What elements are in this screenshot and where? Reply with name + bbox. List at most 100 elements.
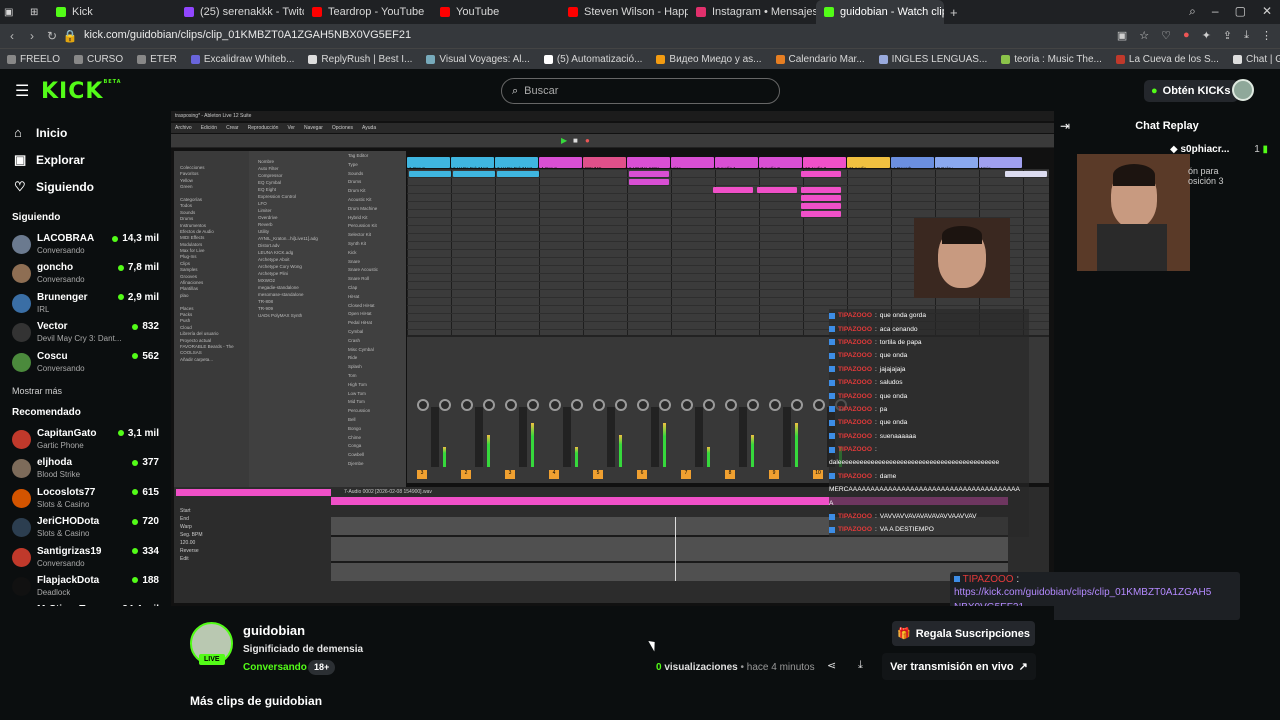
search-input[interactable]: ⌕ Buscar xyxy=(501,78,780,104)
bookmark-item[interactable]: Calendario Mar... xyxy=(769,54,872,65)
channel-name[interactable]: guidobian xyxy=(243,623,305,638)
bookmark-item[interactable]: Visual Voyages: Al... xyxy=(419,54,536,65)
gift-subs-button[interactable]: 🎁 Regala Suscripciones xyxy=(892,621,1035,646)
bookmark-item[interactable]: FREELO xyxy=(0,54,67,65)
browser-tab[interactable]: guidobian - Watch clip✕ xyxy=(816,0,944,24)
chat-message: TIPAZOOO: tortila de papa xyxy=(829,335,1029,350)
channel-category: Slots & Casino xyxy=(37,499,90,509)
bookmark-item[interactable]: ETER xyxy=(130,54,184,65)
popup-link[interactable]: https://kick.com/guidobian/clips/clip_01… xyxy=(954,587,1211,598)
browser-tab[interactable]: Steven Wilson - Happy Re xyxy=(560,0,688,24)
nav-label: Siguiendo xyxy=(36,179,94,194)
reload-icon[interactable]: ↻ xyxy=(42,29,62,43)
bookmark-item[interactable]: Видео Миедо y as... xyxy=(649,54,768,65)
get-kicks-button[interactable]: ● Obtén KICKs xyxy=(1144,80,1238,102)
download-icon[interactable]: ⤓ xyxy=(858,659,863,672)
browser-tab[interactable]: YouTube xyxy=(432,0,560,24)
search-tabs-icon[interactable]: ⌕ xyxy=(1189,4,1196,19)
send-knob-b xyxy=(571,399,583,411)
share-icon[interactable]: ⋖ xyxy=(827,659,836,672)
show-more-link[interactable]: Mostrar más xyxy=(0,377,170,403)
kick-logo[interactable]: KICKBETA xyxy=(41,79,122,104)
bookmark-item[interactable]: INGLES LENGUAS... xyxy=(872,54,995,65)
maximize-icon[interactable]: ▢ xyxy=(1235,4,1246,19)
tag-item: Drum Machine xyxy=(348,205,378,211)
send-knob-b xyxy=(439,399,451,411)
track-header: size xyxy=(671,157,714,171)
channel-item[interactable]: FlapjackDota Deadlock 188 xyxy=(0,572,170,601)
screenshot-icon[interactable]: ▣ xyxy=(1117,29,1127,42)
channel-item[interactable]: Santigrizas19 Conversando 334 xyxy=(0,543,170,572)
browser-tab[interactable]: (25) serenakkk - Twitch xyxy=(176,0,304,24)
track-header: A Reverb xyxy=(891,157,934,171)
sidebar-nav-inicio[interactable]: ⌂ Inicio xyxy=(0,119,170,146)
channel-item[interactable]: goncho Conversando 7,8 mil xyxy=(0,259,170,288)
tab-sidebar-toggle[interactable]: ▣ xyxy=(0,0,26,24)
watch-live-button[interactable]: Ver transmisión en vivo ↗ xyxy=(882,653,1036,680)
hamburger-menu-icon[interactable]: ☰ xyxy=(15,81,29,101)
bookmark-item[interactable]: teoria : Music The... xyxy=(994,54,1109,65)
extension-icon[interactable]: ● xyxy=(1183,29,1190,42)
bookmark-item[interactable]: Chat | Google AI S... xyxy=(1226,54,1280,65)
bookmark-star-icon[interactable]: ☆ xyxy=(1139,29,1149,42)
tag-item: Snare Roll xyxy=(348,276,370,282)
download-icon[interactable]: ⤓ xyxy=(1244,29,1249,42)
chat-message: A xyxy=(829,496,1029,510)
live-dot-icon xyxy=(132,577,139,584)
channel-item[interactable]: eljhoda Blood Strike 377 xyxy=(0,454,170,483)
tag-item: Clap xyxy=(348,284,358,290)
moderator-badge-icon xyxy=(829,473,835,480)
tag-item: Closed HiHat xyxy=(348,302,375,308)
chat-message: TIPAZOOO: pa xyxy=(829,402,1029,417)
browser-tab[interactable]: Instagram • Mensajes xyxy=(688,0,816,24)
heart-icon[interactable]: ♡ xyxy=(1161,29,1171,42)
clip-video-player[interactable]: trasposing* - Ableton Live 12 Suite Arch… xyxy=(171,111,1054,606)
browser-item: megadie-standalone xyxy=(258,285,299,290)
chat-text: saludos xyxy=(879,379,903,387)
channel-item[interactable]: Vector Devil May Cry 3: Dant... 832 xyxy=(0,318,170,347)
bookmark-label: La Cueva de los S... xyxy=(1128,53,1219,65)
viewer-count: 377 xyxy=(132,457,159,468)
back-icon[interactable]: ‹ xyxy=(2,29,22,43)
bookmark-label: teoria : Music The... xyxy=(1014,53,1102,65)
channel-item[interactable]: Coscu Conversando 562 xyxy=(0,348,170,377)
channel-item[interactable]: JeriCHODota Slots & Casino 720 xyxy=(0,513,170,542)
share-icon[interactable]: ⇪ xyxy=(1223,29,1232,42)
forward-icon[interactable]: › xyxy=(22,29,42,43)
bookmark-icon xyxy=(1232,54,1242,64)
bookmark-item[interactable]: Excalidraw Whiteb... xyxy=(184,54,302,65)
bookmark-icon xyxy=(543,54,553,64)
viewer-count-value: 3,1 mil xyxy=(127,427,159,439)
menu-icon[interactable]: ⋮ xyxy=(1261,29,1272,42)
sidebar-nav-siguiendo[interactable]: ♡ Siguiendo xyxy=(0,173,170,200)
browser-tab[interactable]: Kick xyxy=(48,0,176,24)
new-tab-icon[interactable]: + xyxy=(944,5,964,20)
user-avatar[interactable] xyxy=(1232,79,1254,101)
channel-item[interactable]: CapitanGato Gartic Phone 3,1 mil xyxy=(0,425,170,454)
minimize-icon[interactable]: – xyxy=(1212,4,1219,19)
channel-item[interactable]: Brunenger IRL 2,9 mil xyxy=(0,289,170,318)
tag-item: Low Tom xyxy=(348,390,366,396)
browser-item: Reverb xyxy=(258,222,273,227)
category-link[interactable]: Conversando xyxy=(243,662,307,673)
warp-field: Seg. BPM xyxy=(180,532,203,538)
tab-kick[interactable]: ⊞ xyxy=(26,0,48,24)
popup-user[interactable]: TIPAZOOO xyxy=(963,574,1014,585)
bookmark-item[interactable]: (5) Automatizació... xyxy=(537,54,650,65)
bookmark-item[interactable]: La Cueva de los S... xyxy=(1109,54,1226,65)
bookmark-item[interactable]: CURSO xyxy=(67,54,130,65)
browser-tab[interactable]: Teardrop - YouTube xyxy=(304,0,432,24)
close-icon[interactable]: ✕ xyxy=(1262,4,1272,19)
send-knob-a xyxy=(593,399,605,411)
bookmark-item[interactable]: ReplyRush | Best I... xyxy=(301,54,419,65)
url-field[interactable]: kick.com/guidobian/clips/clip_01KMBZT0A1… xyxy=(84,29,411,41)
viewer-count-value: 7,8 mil xyxy=(127,262,159,274)
sidebar-nav-explorar[interactable]: ▣ Explorar xyxy=(0,146,170,173)
live-dot-icon xyxy=(132,548,139,555)
channel-item[interactable]: Locoslots77 Slots & Casino 615 xyxy=(0,484,170,513)
tag-item: Cymbal xyxy=(348,328,364,334)
puzzle-icon[interactable]: ✦ xyxy=(1202,29,1211,42)
bookmark-icon xyxy=(878,54,888,64)
channel-item[interactable]: LACOBRAA Conversando 14,3 mil xyxy=(0,230,170,259)
compass-icon: ▣ xyxy=(14,151,27,167)
